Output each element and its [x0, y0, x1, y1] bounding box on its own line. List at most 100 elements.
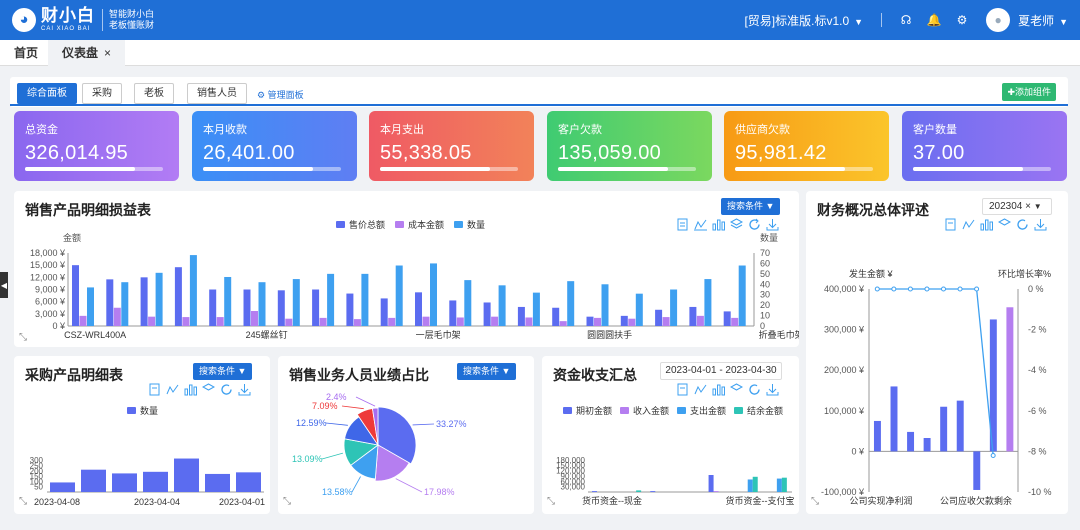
sidebar-toggle-icon[interactable]: ◀: [0, 272, 8, 298]
bar: [781, 477, 787, 492]
gear-icon[interactable]: ⚙: [954, 12, 970, 28]
bar: [380, 298, 388, 326]
refresh-icon[interactable]: [748, 217, 761, 231]
pie-leader-line: [355, 396, 376, 407]
line-chart-icon[interactable]: [166, 382, 179, 396]
expand-icon[interactable]: ⤡: [19, 496, 27, 507]
kpi-month-expense[interactable]: 本月支出 55,338.05: [369, 111, 534, 181]
line-chart-icon[interactable]: [694, 217, 707, 231]
y-tick-label-right: 20: [760, 300, 770, 310]
kpi-label: 总资金: [25, 124, 58, 136]
bar: [361, 273, 369, 326]
dash-tab-sales[interactable]: 销售人员: [187, 83, 247, 104]
tab-dashboard[interactable]: 仪表盘 ×: [48, 40, 126, 66]
stack-icon[interactable]: [998, 217, 1011, 231]
data-view-icon[interactable]: [944, 217, 957, 231]
pie-leader-line: [325, 422, 348, 426]
y-tick-label-right: 60: [760, 258, 770, 268]
dash-tab-overview[interactable]: 综合面板: [17, 83, 77, 104]
stack-icon[interactable]: [730, 217, 743, 231]
dash-tab-boss[interactable]: 老板: [134, 83, 174, 104]
stack-icon[interactable]: [730, 382, 743, 396]
y-tick-label: 9,000 ¥: [35, 285, 66, 295]
data-view-icon[interactable]: [676, 217, 689, 231]
bar-chart-icon[interactable]: [184, 382, 197, 396]
dash-tab-purchase[interactable]: 采购: [82, 83, 122, 104]
legend-item[interactable]: 支出金额: [677, 404, 726, 417]
expand-icon[interactable]: ⤡: [19, 332, 27, 343]
kpi-label: 客户数量: [913, 124, 957, 136]
bar: [243, 289, 251, 326]
y-axis-title-right: 数量: [760, 232, 778, 243]
kpi-total-funds[interactable]: 总资金 326,014.95: [14, 111, 179, 181]
y-tick-label: 12,000 ¥: [30, 272, 66, 282]
legend-label: 期初金额: [576, 406, 613, 416]
kpi-customer-debt[interactable]: 客户欠款 135,059.00: [547, 111, 712, 181]
data-view-icon[interactable]: [676, 382, 689, 396]
bar-chart-icon[interactable]: [980, 217, 993, 231]
bar: [689, 306, 697, 326]
bar: [155, 272, 163, 326]
download-icon[interactable]: [1034, 217, 1047, 231]
bar: [277, 290, 285, 326]
bar: [285, 318, 293, 326]
period-select[interactable]: 202304 × ▼: [982, 198, 1052, 215]
tab-label: 仪表盘: [62, 46, 99, 60]
y-tick-label-right: -4 %: [1028, 365, 1047, 375]
logo[interactable]: ◕ 财小白 CAI XIAO BAI 智能财小白 老板懂账财: [12, 7, 154, 32]
legend-item[interactable]: 期初金额: [563, 404, 612, 417]
download-icon[interactable]: [238, 382, 251, 396]
bar: [601, 284, 609, 326]
search-conditions-button[interactable]: 搜索条件 ▼: [457, 363, 517, 380]
refresh-icon[interactable]: [220, 382, 233, 396]
bar: [752, 476, 758, 492]
bar: [388, 317, 396, 326]
tab-home[interactable]: 首页: [0, 40, 52, 66]
refresh-icon[interactable]: [748, 382, 761, 396]
kpi-customer-count[interactable]: 客户数量 37.00: [902, 111, 1067, 181]
bar-chart-icon[interactable]: [712, 217, 725, 231]
bar: [483, 302, 491, 326]
edition-selector[interactable]: [贸易]标准版.标v1.0 ▼: [744, 12, 863, 29]
download-icon[interactable]: [766, 382, 779, 396]
expand-icon[interactable]: ⤡: [811, 496, 819, 507]
line-chart-icon[interactable]: [962, 217, 975, 231]
bar: [655, 309, 663, 326]
bar-chart-icon[interactable]: [712, 382, 725, 396]
search-conditions-button[interactable]: 搜索条件 ▼: [193, 363, 253, 380]
refresh-icon[interactable]: [1016, 217, 1029, 231]
stack-icon[interactable]: [202, 382, 215, 396]
clear-icon[interactable]: ×: [1025, 201, 1031, 212]
bar: [650, 491, 656, 492]
legend-item[interactable]: 收入金额: [620, 404, 669, 417]
legend-item[interactable]: 结余金额: [734, 404, 783, 417]
line-chart-icon[interactable]: [694, 382, 707, 396]
legend-item[interactable]: 数量: [127, 404, 158, 417]
kpi-progress: [735, 167, 873, 171]
kpi-month-receipts[interactable]: 本月收款 26,401.00: [192, 111, 357, 181]
avatar[interactable]: ●: [986, 8, 1011, 32]
headset-icon[interactable]: ☊: [898, 12, 914, 28]
finance-chart: 发生金额 ¥ 环比增长率% 400,000 ¥ 300,000 ¥ 200,000 ¥ 1…: [821, 268, 1052, 506]
bar: [143, 471, 168, 492]
manage-panels-link[interactable]: ⚙ 管理面板: [257, 88, 304, 101]
bar: [956, 400, 964, 452]
expand-icon[interactable]: ⤡: [283, 496, 291, 507]
kpi-supplier-debt[interactable]: 供应商欠款 95,981.42: [724, 111, 889, 181]
add-widget-button[interactable]: ✚添加组件: [1002, 83, 1056, 101]
y-tick-label-right: 0 %: [1028, 284, 1044, 294]
pie-label: 12.59%: [296, 418, 327, 428]
download-icon[interactable]: [766, 217, 779, 231]
growth-point: [941, 286, 946, 292]
expand-icon[interactable]: ⤡: [547, 496, 555, 507]
close-icon[interactable]: ×: [104, 46, 111, 60]
user-menu[interactable]: 夏老师 ▼: [1018, 12, 1068, 29]
bell-icon[interactable]: 🔔: [926, 12, 942, 28]
data-view-icon[interactable]: [148, 382, 161, 396]
bar: [713, 491, 719, 492]
date-range-picker[interactable]: 2023-04-01 - 2023-04-30: [660, 362, 782, 380]
search-conditions-button[interactable]: 搜索条件 ▼: [721, 198, 781, 215]
panel-title: 采购产品明细表: [25, 367, 123, 383]
bar: [236, 472, 261, 492]
purchase-legend: 数量: [127, 404, 158, 417]
